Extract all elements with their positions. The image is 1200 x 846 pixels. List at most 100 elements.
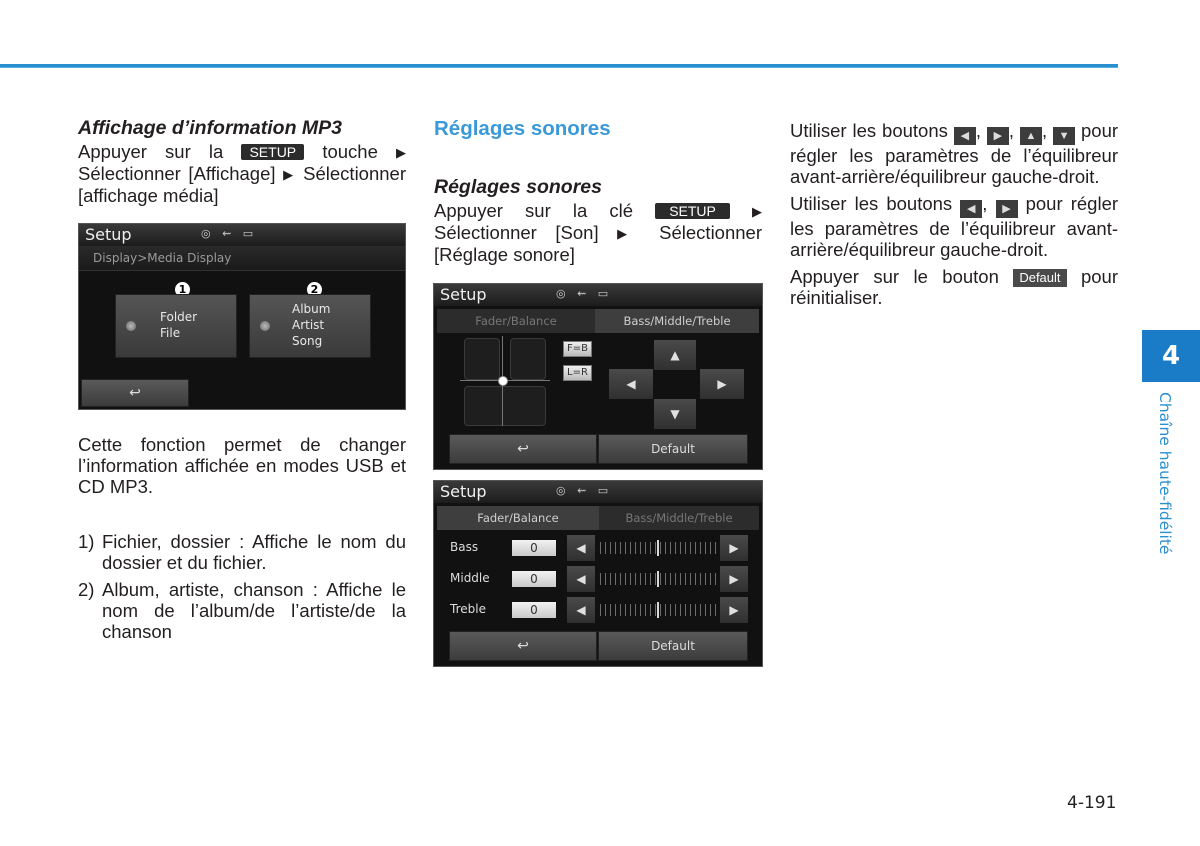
back-icon: ↩: [517, 441, 529, 457]
back-button[interactable]: ↩: [449, 434, 597, 464]
left-button[interactable]: ◀: [609, 369, 653, 399]
back-icon: ↩: [517, 638, 529, 654]
column-sound-settings: Réglages sonores Réglages sonores Appuye…: [434, 118, 762, 265]
media-display-screen: Setup ◎ ⇜ ▭ Display>Media Display 1 2 Fo…: [78, 223, 406, 410]
text: Utiliser les boutons: [790, 193, 953, 214]
decrease-button[interactable]: ◀: [567, 597, 595, 623]
position-marker[interactable]: [498, 376, 508, 386]
down-button[interactable]: ▼: [654, 399, 696, 429]
slider-thumb[interactable]: [657, 540, 659, 556]
arrow-up-icon: ▲: [670, 348, 680, 362]
chapter-title: Chaîne haute-fidélité: [1156, 392, 1174, 555]
decrease-button[interactable]: ◀: [567, 535, 595, 561]
screen-titlebar: Setup ◎ ⇜ ▭: [79, 224, 405, 246]
heading-mp3-info: Affichage d’information MP3: [78, 117, 342, 139]
tab-bass-middle-treble[interactable]: Bass/Middle/Treble: [595, 309, 759, 333]
fb-center-button[interactable]: F=B: [563, 341, 592, 357]
arrow-right-icon: ▶: [986, 127, 1009, 145]
option-label: Album Artist Song: [292, 301, 330, 349]
screen-titlebar: Setup ◎ ⇜ ▭: [434, 481, 762, 503]
screen-title: Setup: [440, 285, 487, 304]
arrow-down-icon: ▼: [670, 407, 680, 421]
arrow-left-icon: ◀: [960, 200, 983, 218]
tone-slider[interactable]: [600, 602, 716, 618]
instr-text: touche: [322, 141, 378, 162]
seat-front-right: [510, 338, 546, 380]
seat-front-left: [464, 338, 500, 380]
back-button[interactable]: ↩: [81, 379, 189, 407]
list-item: 2) Album, artiste, chanson : Affiche le …: [78, 579, 406, 642]
up-button[interactable]: ▲: [654, 340, 696, 370]
tab-bass-middle-treble[interactable]: Bass/Middle/Treble: [599, 506, 759, 530]
tone-label: Treble: [450, 602, 486, 616]
arrow-left-icon: ◀: [953, 127, 976, 145]
info-list: 1) Fichier, dossier : Affiche le nom du …: [78, 531, 406, 642]
screen-title: Setup: [440, 482, 487, 501]
breadcrumb: Display>Media Display: [79, 246, 405, 271]
item-text: Album, artiste, chanson : Affiche le nom…: [102, 579, 406, 642]
instructions-sound: Appuyer sur la clé SETUP ▶ Sélectionner …: [434, 200, 762, 265]
tab-fader-balance[interactable]: Fader/Balance: [437, 309, 595, 333]
page-number: 4-191: [1067, 793, 1117, 813]
description: Cette fonction permet de changer l’infor…: [78, 434, 406, 497]
default-key: Default: [1013, 269, 1067, 287]
status-icons: ◎ ⇜ ▭: [556, 287, 613, 300]
tab-fader-balance[interactable]: Fader/Balance: [437, 506, 599, 530]
tone-label: Middle: [450, 571, 490, 585]
arrow-right-icon: ▶: [995, 200, 1018, 218]
subheading: Réglages sonores: [434, 176, 602, 198]
arrow-right-icon: ▶: [729, 603, 739, 617]
back-button[interactable]: ↩: [449, 631, 597, 661]
instr-text: Appuyer sur la clé: [434, 200, 634, 221]
slider-thumb[interactable]: [657, 602, 659, 618]
arrow-right-icon: ▶: [283, 167, 296, 182]
tab-bar: Fader/Balance Bass/Middle/Treble: [437, 309, 759, 333]
status-icons: ◎ ⇜ ▭: [556, 484, 613, 497]
label-line: Album: [292, 302, 331, 316]
tone-slider[interactable]: [600, 540, 716, 556]
setup-key: SETUP: [655, 203, 730, 219]
increase-button[interactable]: ▶: [720, 597, 748, 623]
item-text: Fichier, dossier : Affiche le nom du dos…: [102, 531, 406, 573]
slider-thumb[interactable]: [657, 571, 659, 587]
increase-button[interactable]: ▶: [720, 535, 748, 561]
item-number: 1): [78, 531, 95, 552]
label-line: Artist: [292, 318, 325, 332]
tab-bar: Fader/Balance Bass/Middle/Treble: [437, 506, 759, 530]
tone-label: Bass: [450, 540, 479, 554]
arrow-up-icon: ▲: [1019, 127, 1042, 145]
right-button[interactable]: ▶: [700, 369, 744, 399]
screen-title: Setup: [85, 225, 132, 244]
label-line: File: [160, 326, 181, 340]
lr-center-button[interactable]: L=R: [563, 365, 592, 381]
arrow-down-icon: ▼: [1053, 127, 1076, 145]
instr-text: Sélectionner [Affichage]: [78, 163, 276, 184]
arrow-right-icon: ▶: [729, 541, 739, 555]
album-artist-song-option[interactable]: Album Artist Song: [249, 294, 371, 358]
paragraph-slider-buttons: Utiliser les boutons ◀, ▶ pour régler le…: [790, 193, 1119, 260]
seat-rear: [464, 386, 546, 426]
radio-icon: [126, 321, 136, 331]
paragraph-fader-buttons: Utiliser les boutons ◀, ▶, ▲, ▼ pour rég…: [790, 120, 1119, 187]
tone-slider[interactable]: [600, 571, 716, 587]
instr-text: Sélectionner [Son]: [434, 222, 599, 243]
text: Appuyer sur le bouton: [790, 266, 999, 287]
default-button[interactable]: Default: [598, 631, 748, 661]
increase-button[interactable]: ▶: [720, 566, 748, 592]
tone-screen: Setup ◎ ⇜ ▭ Fader/Balance Bass/Middle/Tr…: [433, 480, 763, 667]
arrow-left-icon: ◀: [576, 541, 586, 555]
folder-file-option[interactable]: Folder File: [115, 294, 237, 358]
paragraph-default: Appuyer sur le bouton Default pour réini…: [790, 266, 1118, 308]
arrow-right-icon: ▶: [729, 572, 739, 586]
arrow-right-icon: ▶: [752, 204, 763, 219]
default-button[interactable]: Default: [598, 434, 748, 464]
instr-text: Appuyer sur la: [78, 141, 224, 162]
decrease-button[interactable]: ◀: [567, 566, 595, 592]
chapter-tab: 4: [1142, 330, 1200, 382]
arrow-right-icon: ▶: [717, 377, 727, 391]
item-number: 2): [78, 579, 95, 600]
arrow-left-icon: ◀: [576, 572, 586, 586]
text: Utiliser les boutons: [790, 120, 948, 141]
column-mp3-info: Affichage d’information MP3 Appuyer sur …: [78, 117, 406, 207]
fader-balance-screen: Setup ◎ ⇜ ▭ Fader/Balance Bass/Middle/Tr…: [433, 283, 763, 470]
